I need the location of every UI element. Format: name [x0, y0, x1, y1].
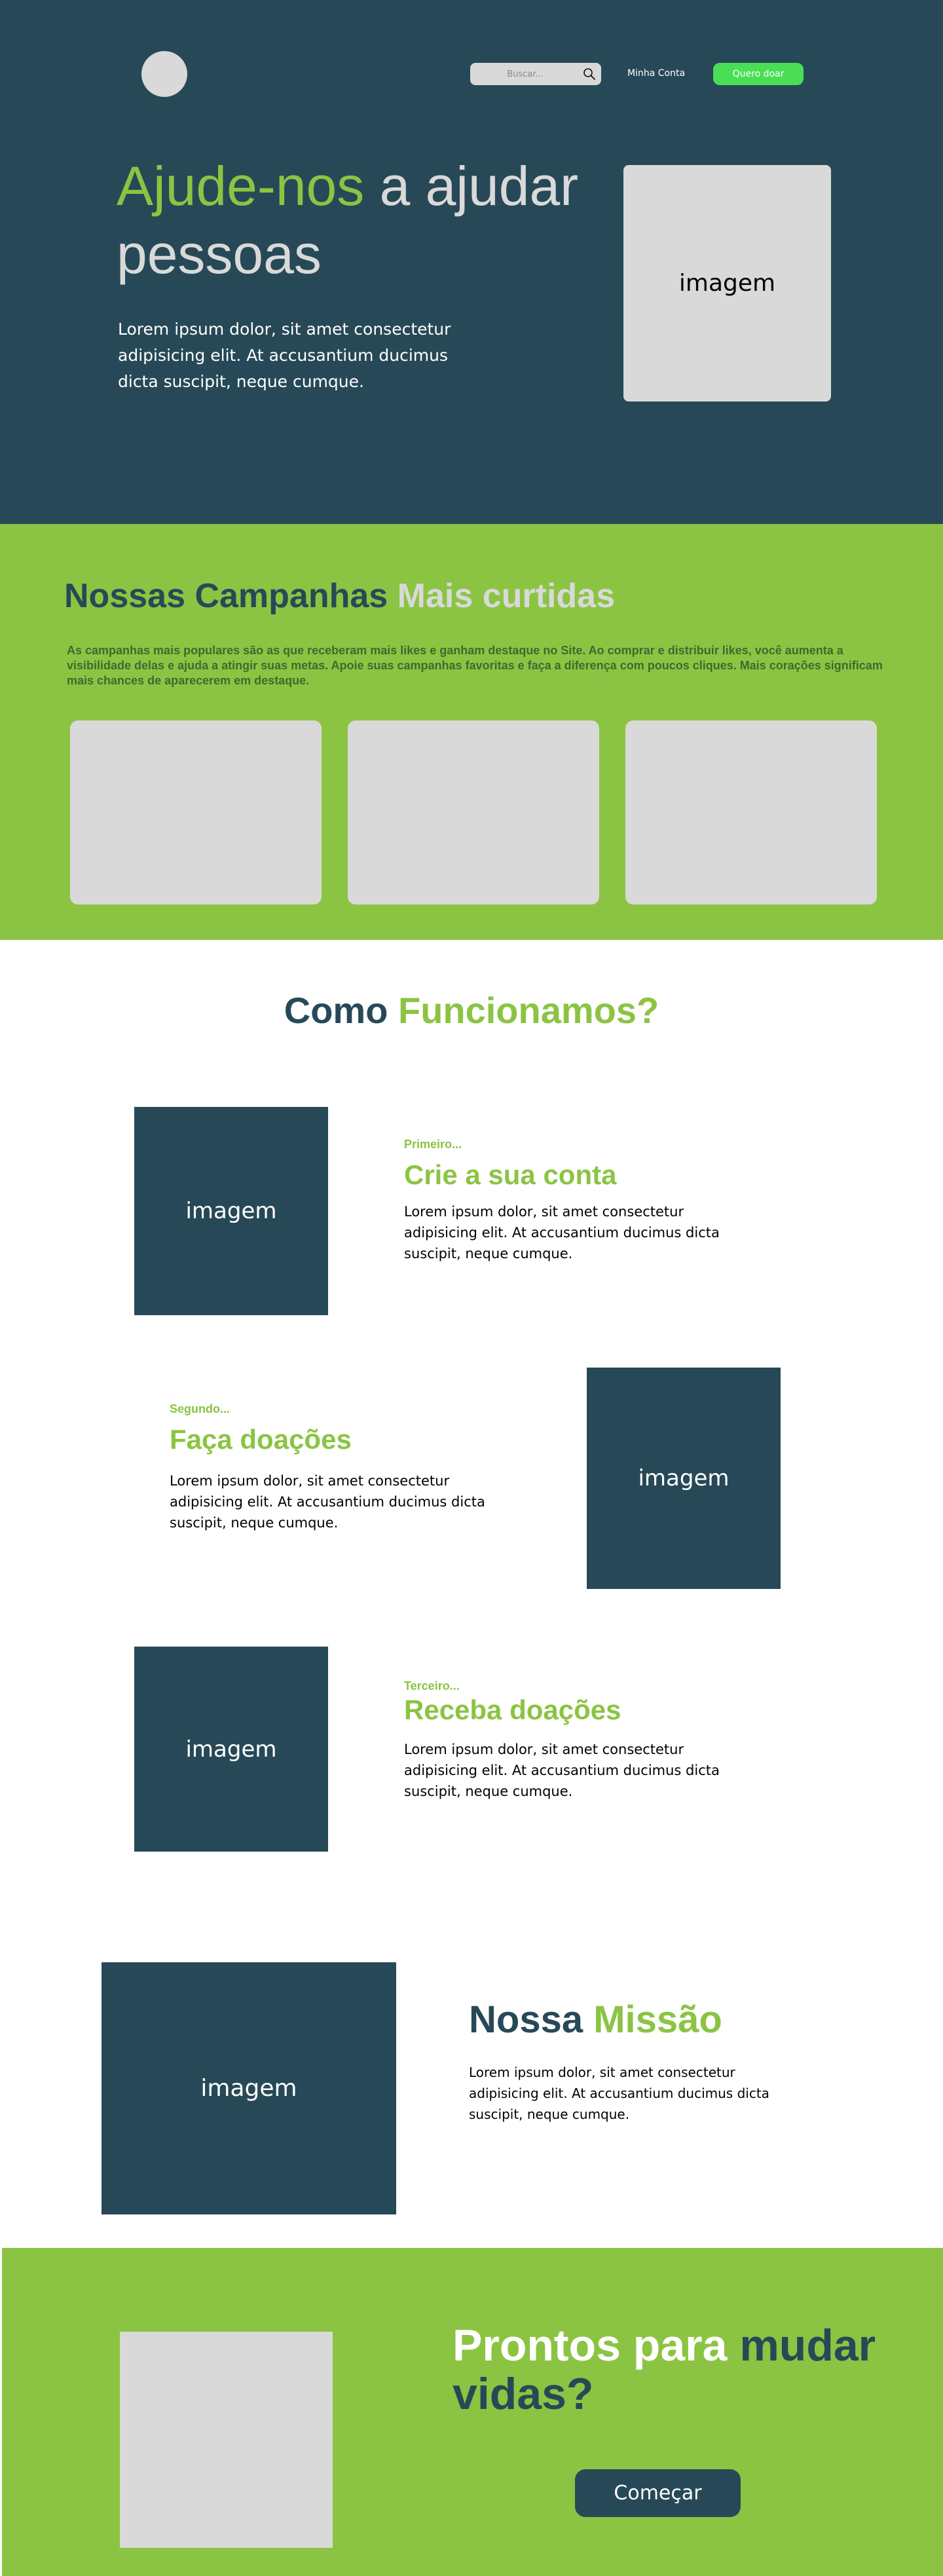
account-link[interactable]: Minha Conta — [627, 68, 685, 79]
campaign-card[interactable] — [348, 720, 599, 905]
campaigns-description: As campanhas mais populares são as que r… — [67, 644, 883, 687]
cta-title-light: Prontos para — [453, 2321, 740, 2370]
search-bar — [470, 63, 601, 85]
search-input[interactable] — [470, 63, 580, 85]
hero-image-label: imagem — [678, 270, 776, 297]
step-3-kicker: Terceiro... — [404, 1679, 460, 1692]
cta-image — [120, 2332, 333, 2548]
mission-title-accent: Missão — [583, 1998, 722, 2041]
cta-section: Prontos para mudar vidas? Começar — [2, 2248, 943, 2576]
step-1-image-label: imagem — [185, 1198, 277, 1224]
how-it-works-title: Como Funcionamos? — [0, 989, 943, 1032]
campaigns-title: Nossas Campanhas Mais curtidas — [64, 576, 615, 616]
campaign-card[interactable] — [70, 720, 322, 905]
step-1-image: imagem — [134, 1107, 328, 1315]
step-2-title: Faça doações — [170, 1424, 352, 1455]
hero-text: Lorem ipsum dolor, sit amet consectetur … — [118, 320, 451, 391]
campaigns-title-main: Nossas Campanhas — [64, 577, 388, 615]
step-3-image-label: imagem — [185, 1736, 277, 1763]
search-icon[interactable] — [583, 67, 596, 81]
mission-title: Nossa Missão — [469, 1998, 722, 2042]
step-2-text: Lorem ipsum dolor, sit amet consectetur … — [170, 1473, 485, 1531]
hero-section: Minha Conta Quero doar Ajude-nos a ajuda… — [0, 0, 943, 524]
mission-image-label: imagem — [200, 2075, 297, 2102]
donate-button[interactable]: Quero doar — [713, 63, 804, 85]
step-1-title: Crie a sua conta — [404, 1159, 617, 1190]
hero-title: Ajude-nos a ajudar pessoas — [117, 152, 588, 288]
logo[interactable] — [141, 51, 187, 97]
mission-image: imagem — [102, 1962, 396, 2214]
mission-title-main: Nossa — [469, 1998, 583, 2041]
cta-title: Prontos para mudar vidas? — [453, 2321, 878, 2418]
campaigns-section: Nossas Campanhas Mais curtidas As campan… — [0, 524, 943, 940]
how-title-accent: Funcionamos? — [388, 990, 659, 1031]
how-title-main: Como — [284, 990, 388, 1031]
step-3-title: Receba doações — [404, 1694, 621, 1725]
step-3-text: Lorem ipsum dolor, sit amet consectetur … — [404, 1742, 720, 1799]
step-1-text: Lorem ipsum dolor, sit amet consectetur … — [404, 1204, 720, 1261]
campaigns-title-light: Mais curtidas — [388, 577, 615, 615]
step-3-image: imagem — [134, 1647, 328, 1852]
hero-image: imagem — [623, 165, 831, 401]
start-button[interactable]: Começar — [575, 2469, 741, 2517]
hero-title-accent: Ajude-nos — [117, 155, 365, 217]
step-1-kicker: Primeiro... — [404, 1138, 462, 1151]
campaign-card[interactable] — [625, 720, 877, 905]
mission-text: Lorem ipsum dolor, sit amet consectetur … — [469, 2064, 769, 2122]
step-2-kicker: Segundo... — [170, 1402, 230, 1415]
step-2-image-label: imagem — [638, 1465, 730, 1491]
step-2-image: imagem — [587, 1368, 781, 1589]
